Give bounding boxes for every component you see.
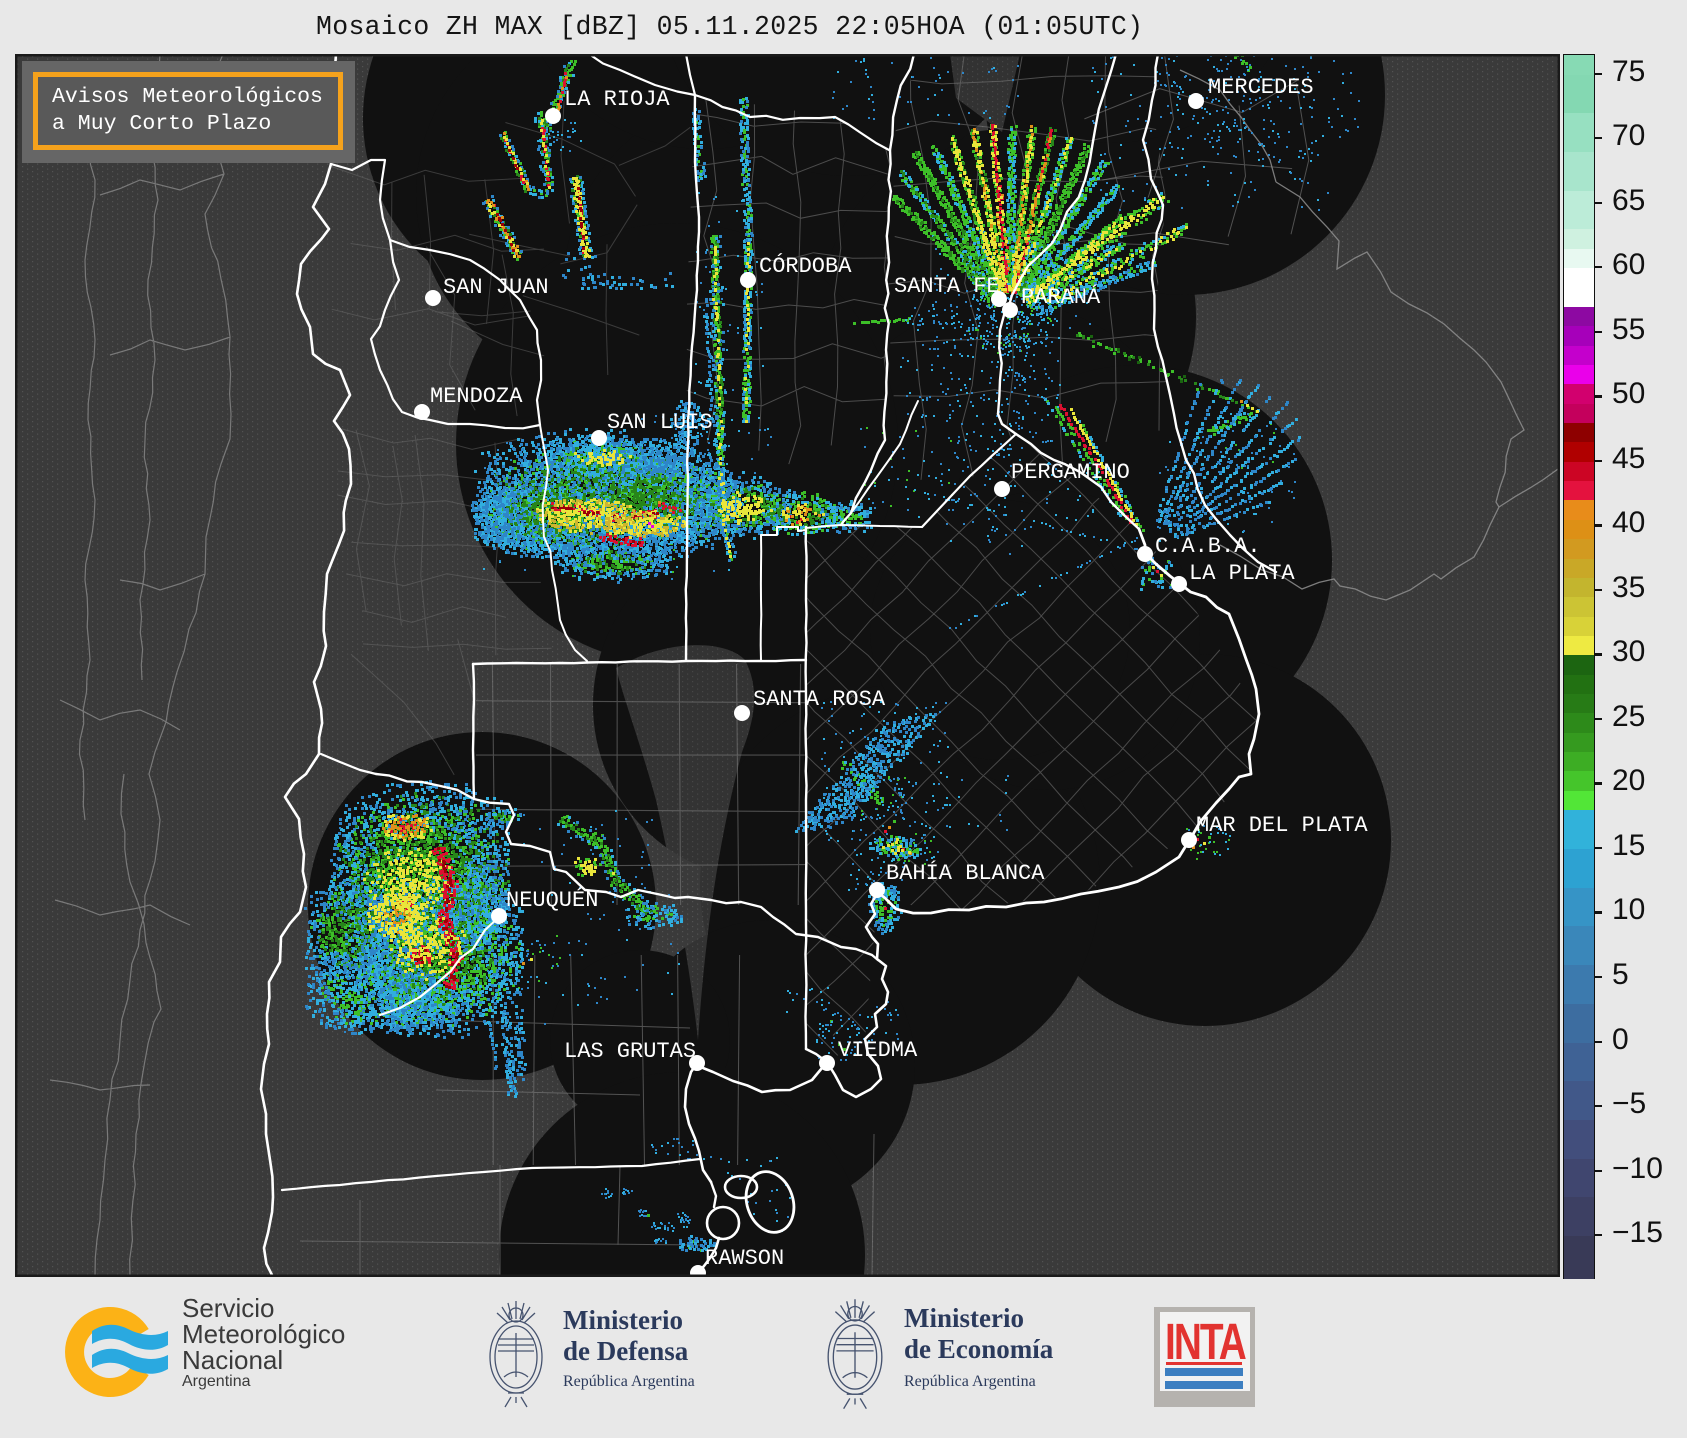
svg-text:PERGAMINO: PERGAMINO xyxy=(1011,460,1130,485)
svg-text:LA RIOJA: LA RIOJA xyxy=(564,87,670,112)
svg-text:MENDOZA: MENDOZA xyxy=(430,384,523,409)
svg-text:NEUQUÉN: NEUQUÉN xyxy=(506,887,598,913)
svg-text:SAN JUAN: SAN JUAN xyxy=(443,275,549,300)
svg-text:PARANÁ: PARANÁ xyxy=(1021,284,1101,310)
svg-text:BAHÍA BLANCA: BAHÍA BLANCA xyxy=(886,860,1045,886)
svg-text:SANTA ROSA: SANTA ROSA xyxy=(753,687,886,712)
svg-text:SANTA FE: SANTA FE xyxy=(894,274,1000,299)
svg-text:SAN LUIS: SAN LUIS xyxy=(607,410,713,435)
svg-text:CÓRDOBA: CÓRDOBA xyxy=(759,253,852,279)
svg-text:MAR DEL PLATA: MAR DEL PLATA xyxy=(1196,813,1368,838)
svg-text:LA PLATA: LA PLATA xyxy=(1189,561,1295,586)
svg-text:RAWSON: RAWSON xyxy=(705,1246,784,1271)
svg-text:LAS GRUTAS: LAS GRUTAS xyxy=(564,1039,696,1064)
svg-text:MERCEDES: MERCEDES xyxy=(1208,75,1314,100)
svg-text:VIEDMA: VIEDMA xyxy=(838,1038,918,1063)
svg-text:C.A.B.A.: C.A.B.A. xyxy=(1155,534,1261,559)
